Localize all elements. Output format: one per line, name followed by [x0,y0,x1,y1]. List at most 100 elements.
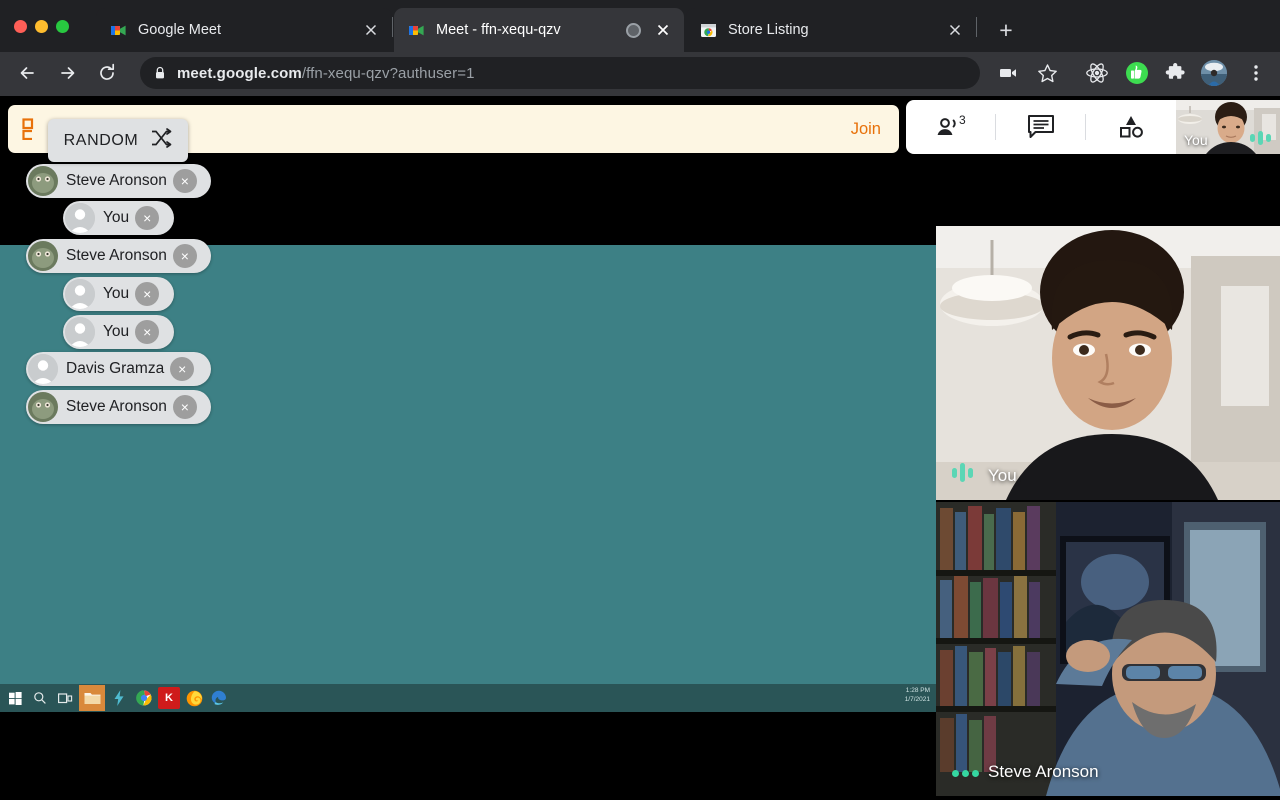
generic-avatar [65,203,95,233]
search-icon[interactable] [29,687,51,709]
close-window-button[interactable] [14,20,27,33]
url-domain: meet.google.com [177,64,302,82]
self-view-label: You [1184,132,1208,148]
activities-button[interactable] [1086,100,1175,154]
back-button[interactable] [14,60,42,88]
close-tab-icon[interactable] [360,19,382,41]
chip-name: Davis Gramza [66,360,165,377]
generic-avatar [28,354,58,384]
remove-participant-icon[interactable]: × [172,244,197,268]
speaking-indicator [952,463,973,482]
lock-icon [154,66,166,80]
presented-screen-letterbox [0,712,936,734]
remove-participant-icon[interactable]: × [172,169,197,193]
tab-title: Google Meet [138,22,222,38]
generic-avatar [65,317,95,347]
bookmark-star-icon[interactable] [1034,60,1060,86]
thumbs-up-extension-icon[interactable] [1124,60,1150,86]
forward-button[interactable] [54,60,82,88]
minimize-window-button[interactable] [35,20,48,33]
google-meet-icon [408,22,425,39]
audio-indicator-idle [952,770,979,777]
tab-google-meet[interactable]: Google Meet [96,8,392,52]
reload-button[interactable] [93,60,121,88]
join-breakout-link[interactable]: Join [851,120,881,139]
breakout-rooms-icon [22,118,44,141]
participant-count-badge: 3 [959,113,966,127]
chip-name: You [103,285,130,302]
participant-chip[interactable]: You × [63,315,174,349]
tab-separator [976,17,977,37]
address-bar[interactable]: meet.google.com/ffn-xequ-qzv?authuser=1 [140,57,980,89]
random-button-label: RANDOM [63,131,139,149]
clock-date: 1/7/2021 [904,696,930,703]
participant-chip[interactable]: You × [63,277,174,311]
meet-stage: K 1:28 PM 1/7/2021 Join RANDOM Steve Aro… [0,96,1280,800]
chrome-browser-window: Google Meet Meet - ffn-xequ-qzv Store Li… [0,0,1280,96]
google-meet-icon [110,22,127,39]
remove-participant-icon[interactable]: × [135,206,160,230]
participant-chip[interactable]: Steve Aronson × [26,164,211,198]
kaspersky-icon[interactable]: K [158,687,180,709]
screen-share-camera-icon[interactable] [995,60,1021,86]
tab-media-indicator-icon[interactable] [626,22,641,38]
url-path: /ffn-xequ-qzv?authuser=1 [301,64,475,82]
remove-participant-icon[interactable]: × [135,282,160,306]
photo-avatar [28,392,58,422]
video-tile-you[interactable]: You [936,226,1280,500]
chip-name: Steve Aronson [66,398,167,415]
chat-button[interactable] [996,100,1085,154]
generic-avatar [65,279,95,309]
show-everyone-button[interactable]: 3 [906,100,995,154]
participant-chip[interactable]: Steve Aronson × [26,390,211,424]
chip-name: You [103,209,130,226]
chrome-menu-icon[interactable] [1243,60,1269,86]
firefox-icon[interactable] [183,687,205,709]
windows-start-icon[interactable] [4,687,26,709]
close-tab-icon[interactable] [944,19,966,41]
chip-name: Steve Aronson [66,247,167,264]
chip-name: You [103,323,130,340]
close-tab-icon[interactable] [652,19,674,41]
flash-app-icon[interactable] [108,687,130,709]
clock-time: 1:28 PM [905,687,930,694]
random-assign-button[interactable]: RANDOM [48,119,188,162]
window-controls [14,20,69,33]
remove-participant-icon[interactable]: × [135,320,160,344]
tab-strip: Google Meet Meet - ffn-xequ-qzv Store Li… [0,0,1280,52]
participant-chip[interactable]: Steve Aronson × [26,239,211,273]
profile-avatar-icon[interactable] [1201,60,1227,86]
react-devtools-icon[interactable] [1084,60,1110,86]
speaking-indicator [1250,131,1271,145]
participant-chip[interactable]: Davis Gramza × [26,352,211,386]
screenshot-root: Google Meet Meet - ffn-xequ-qzv Store Li… [0,0,1280,800]
tile-name: Steve Aronson [988,762,1099,781]
photo-avatar [28,166,58,196]
url-text: meet.google.com/ffn-xequ-qzv?authuser=1 [177,65,475,82]
photo-avatar [28,241,58,271]
chrome-icon[interactable] [133,687,155,709]
taskbar-clock[interactable]: 1:28 PM 1/7/2021 [905,686,930,704]
file-explorer-icon[interactable] [79,685,105,711]
remove-participant-icon[interactable]: × [172,395,197,419]
edge-icon[interactable] [208,687,230,709]
tab-title: Store Listing [728,22,809,38]
chip-name: Steve Aronson [66,172,167,189]
meet-control-bar: 3 You [906,100,1280,154]
tab-meet-ffn-xequ-qzv[interactable]: Meet - ffn-xequ-qzv [394,8,684,52]
shuffle-icon [150,127,172,154]
tab-store-listing[interactable]: Store Listing [686,8,976,52]
windows-taskbar: K 1:28 PM 1/7/2021 [0,684,936,712]
extensions-puzzle-icon[interactable] [1163,60,1189,86]
video-tile-steve-aronson[interactable]: Steve Aronson [936,502,1280,796]
chrome-webstore-icon [700,22,717,39]
self-view-thumbnail[interactable]: You [1176,100,1280,154]
tile-name: You [988,466,1017,485]
tab-title: Meet - ffn-xequ-qzv [436,22,561,38]
remove-participant-icon[interactable]: × [170,357,195,381]
tab-separator [392,17,393,37]
new-tab-button[interactable]: + [993,18,1019,44]
participant-chip[interactable]: You × [63,201,174,235]
maximize-window-button[interactable] [56,20,69,33]
task-view-icon[interactable] [54,687,76,709]
